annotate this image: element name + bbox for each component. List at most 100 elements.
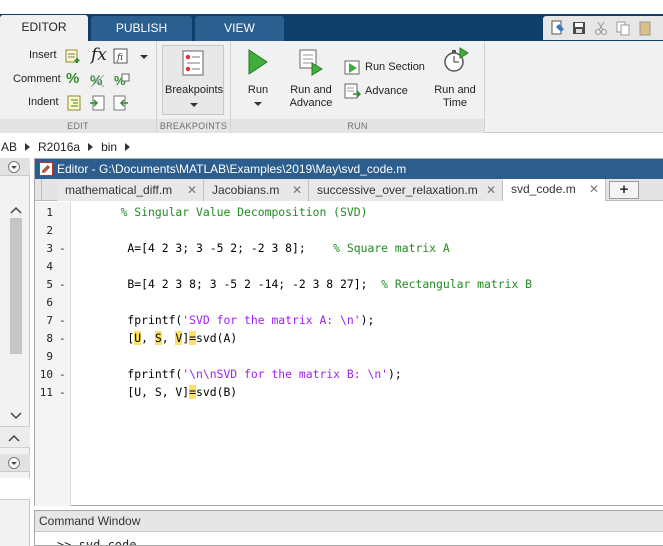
chevron-down-icon xyxy=(190,103,198,107)
run-button-label[interactable]: Run xyxy=(243,84,273,97)
run-and-advance-label[interactable]: Run and Advance xyxy=(286,84,336,110)
command-line[interactable]: >> svd_code xyxy=(57,538,136,545)
code-line: A=[4 2 3; 3 -5 2; -2 3 8]; % Square matr… xyxy=(100,241,450,255)
top-strip xyxy=(0,0,663,14)
run-and-advance-icon[interactable] xyxy=(297,48,323,76)
edit-section: Insert fx fi Comment % % % Indent EDIT xyxy=(0,41,157,133)
run-and-advance-label-line1: Run and xyxy=(290,84,332,96)
workspace-header xyxy=(0,454,30,472)
tab-editor[interactable]: EDITOR xyxy=(0,15,88,41)
breakpoints-icon xyxy=(182,50,204,76)
quick-access-toolbar xyxy=(543,16,663,40)
indent-label[interactable]: Indent xyxy=(28,96,59,108)
comment-label[interactable]: Comment xyxy=(13,73,61,85)
chevron-up-icon[interactable] xyxy=(7,433,21,443)
tab-view[interactable]: VIEW xyxy=(195,16,284,41)
scrollbar[interactable] xyxy=(10,218,22,354)
panel-collapse-bar[interactable] xyxy=(0,426,30,448)
breakpoint-dash[interactable]: - xyxy=(59,332,66,345)
insert-label[interactable]: Insert xyxy=(29,49,57,61)
code-area[interactable]: 1 % Singular Value Decomposition (SVD) 2… xyxy=(35,202,663,506)
command-window: Command Window >> svd_code xyxy=(34,510,663,546)
tab-svd-code[interactable]: svd_code.m ✕ xyxy=(503,179,606,201)
tab-label: Jacobians.m xyxy=(212,183,280,197)
breakpoint-dash[interactable]: - xyxy=(59,386,66,399)
insert-function-icon[interactable]: fi xyxy=(113,48,129,64)
breadcrumb-item[interactable]: AB xyxy=(1,140,17,154)
run-section-group-label: RUN xyxy=(231,119,484,133)
tab-jacobians[interactable]: Jacobians.m ✕ xyxy=(204,180,309,201)
comment-icon[interactable]: % xyxy=(66,70,79,87)
run-section-label[interactable]: Run Section xyxy=(365,61,425,73)
tab-publish[interactable]: PUBLISH xyxy=(91,16,192,41)
chevron-right-icon xyxy=(125,142,131,151)
line-number: 9 xyxy=(46,350,53,363)
close-icon[interactable]: ✕ xyxy=(187,180,197,200)
breakpoint-dash[interactable]: - xyxy=(59,368,66,381)
tab-successive-over-relaxation[interactable]: successive_over_relaxation.m ✕ xyxy=(309,180,503,201)
editor-title-bar: Editor - G:\Documents\MATLAB\Examples\20… xyxy=(35,159,663,179)
panel-actions-icon[interactable] xyxy=(8,457,20,469)
run-and-time-label[interactable]: Run and Time xyxy=(430,84,480,110)
run-and-time-icon[interactable] xyxy=(443,47,469,75)
breadcrumb-item[interactable]: R2016a xyxy=(38,140,80,154)
close-icon[interactable]: ✕ xyxy=(292,180,302,200)
save-icon[interactable] xyxy=(571,20,587,36)
edit-section-label: EDIT xyxy=(0,119,156,133)
close-icon[interactable]: ✕ xyxy=(486,180,496,200)
wrap-comments-icon[interactable]: % xyxy=(113,72,130,89)
line-number: 2 xyxy=(46,224,53,237)
run-section-icon[interactable] xyxy=(344,59,361,76)
chevron-down-icon[interactable] xyxy=(254,102,262,106)
advance-icon[interactable] xyxy=(344,83,361,100)
smart-indent-icon[interactable] xyxy=(66,95,82,111)
line-number: 4 xyxy=(46,260,53,273)
breakpoint-dash[interactable]: - xyxy=(59,278,66,291)
breakpoint-dash[interactable]: - xyxy=(59,242,66,255)
toolstrip-ribbon: Insert fx fi Comment % % % Indent EDIT xyxy=(0,41,663,133)
tab-scroll-handle xyxy=(38,179,42,201)
line-number: 7 xyxy=(46,314,53,327)
insert-section-icon[interactable] xyxy=(65,48,81,64)
editor-pencil-icon xyxy=(39,162,53,176)
workspace-panel xyxy=(0,478,30,500)
breadcrumb-item[interactable]: bin xyxy=(101,140,117,154)
breakpoints-button[interactable]: Breakpoints xyxy=(162,45,224,115)
close-icon[interactable]: ✕ xyxy=(589,179,599,199)
line-number: 5 xyxy=(46,278,53,291)
code-line: % Singular Value Decomposition (SVD) xyxy=(100,205,368,219)
tab-mathematical-diff[interactable]: mathematical_diff.m ✕ xyxy=(57,180,204,201)
editor-title: Editor - G:\Documents\MATLAB\Examples\20… xyxy=(57,162,407,176)
line-number: 11 xyxy=(39,386,53,399)
decrease-indent-icon[interactable] xyxy=(113,95,129,111)
new-file-icon[interactable] xyxy=(549,20,565,36)
run-and-time-label-line2: Time xyxy=(442,97,468,109)
editor-window: Editor - G:\Documents\MATLAB\Examples\20… xyxy=(34,158,663,506)
toolstrip-tab-bar: EDITOR PUBLISH VIEW xyxy=(0,14,663,41)
run-icon[interactable] xyxy=(247,49,269,75)
cut-icon[interactable] xyxy=(593,20,609,36)
copy-icon[interactable] xyxy=(615,20,631,36)
code-line: B=[4 2 3 8; 3 -5 2 -14; -2 3 8 27]; % Re… xyxy=(100,277,533,291)
breakpoint-dash[interactable]: - xyxy=(59,314,66,327)
scroll-up-icon[interactable] xyxy=(10,206,22,215)
paste-icon[interactable] xyxy=(637,20,653,36)
command-window-title: Command Window xyxy=(35,511,663,532)
chevron-down-icon[interactable] xyxy=(140,55,148,59)
advance-label[interactable]: Advance xyxy=(365,85,408,97)
chevron-right-icon xyxy=(25,142,31,151)
uncomment-icon[interactable]: % xyxy=(89,72,106,89)
code-line: fprintf('\n\nSVD for the matrix B: \n'); xyxy=(100,367,402,381)
fx-icon[interactable]: fx xyxy=(91,45,107,65)
scroll-down-icon[interactable] xyxy=(10,411,22,420)
increase-indent-icon[interactable] xyxy=(89,95,105,111)
breadcrumb: AB R2016a bin xyxy=(0,137,663,156)
line-number: 6 xyxy=(46,296,53,309)
panel-actions-icon[interactable] xyxy=(8,161,20,173)
breakpoints-section: Breakpoints BREAKPOINTS xyxy=(157,41,231,133)
editor-file-tabs: mathematical_diff.m ✕ Jacobians.m ✕ succ… xyxy=(35,179,663,201)
code-line: [U, S, V]=svd(B) xyxy=(100,385,238,399)
add-tab-button[interactable]: + xyxy=(609,181,639,199)
code-line: fprintf('SVD for the matrix A: \n'); xyxy=(100,313,375,327)
line-number: 8 xyxy=(46,332,53,345)
